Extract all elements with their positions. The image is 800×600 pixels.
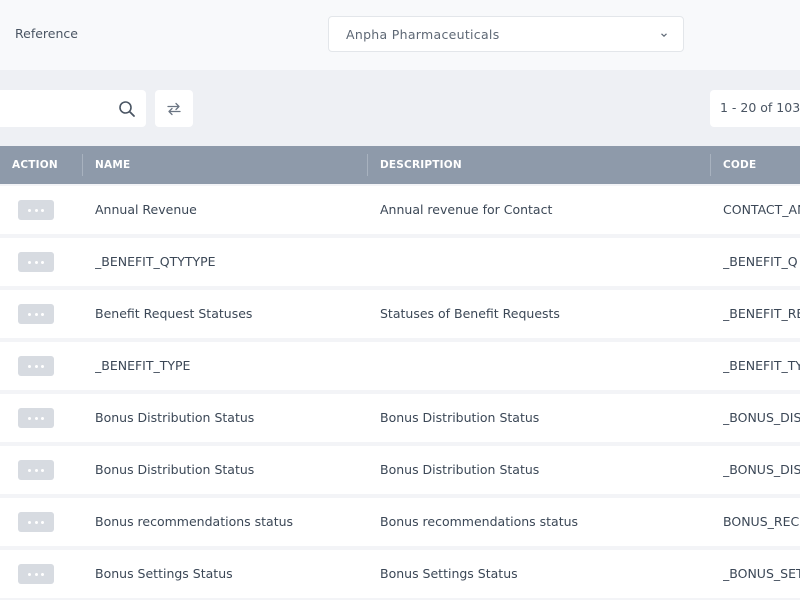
table-row[interactable]: Benefit Request Statuses Statuses of Ben…	[0, 290, 800, 338]
more-horizontal-icon	[28, 261, 31, 264]
more-horizontal-icon	[41, 469, 44, 472]
column-divider	[367, 154, 368, 176]
table-row[interactable]: Bonus Distribution Status Bonus Distribu…	[0, 446, 800, 494]
cell-code: CONTACT_AN	[723, 202, 800, 217]
more-horizontal-icon	[41, 313, 44, 316]
table-row[interactable]: Annual Revenue Annual revenue for Contac…	[0, 186, 800, 234]
row-action-button[interactable]	[18, 200, 54, 220]
row-action-button[interactable]	[18, 356, 54, 376]
table-row[interactable]: _BENEFIT_TYPE _BENEFIT_TY	[0, 342, 800, 390]
cell-description	[380, 238, 700, 286]
cell-description: Bonus Distribution Status	[380, 410, 540, 425]
column-divider	[82, 154, 83, 176]
more-horizontal-icon	[34, 417, 38, 420]
column-header-description[interactable]: DESCRIPTION	[380, 146, 462, 184]
swap-button[interactable]	[155, 90, 193, 127]
reference-label: Reference	[15, 26, 78, 41]
table-row[interactable]: Bonus Distribution Status Bonus Distribu…	[0, 394, 800, 442]
more-horizontal-icon	[28, 209, 31, 212]
more-horizontal-icon	[28, 417, 31, 420]
cell-code: _BONUS_DIS	[723, 462, 800, 477]
column-header-action[interactable]: ACTION	[12, 146, 58, 184]
cell-code: _BONUS_DIS	[723, 410, 800, 425]
search-icon[interactable]	[118, 100, 136, 118]
more-horizontal-icon	[41, 573, 44, 576]
table-header: ACTION NAME DESCRIPTION CODE	[0, 146, 800, 184]
cell-name: Bonus recommendations status	[95, 514, 294, 529]
reference-select-value: Anpha Pharmaceuticals	[346, 27, 500, 42]
more-horizontal-icon	[34, 365, 38, 368]
more-horizontal-icon	[34, 573, 38, 576]
cell-description: Bonus Settings Status	[380, 566, 518, 581]
more-horizontal-icon	[41, 261, 44, 264]
cell-code: _BENEFIT_Q	[723, 254, 798, 269]
more-horizontal-icon	[28, 365, 31, 368]
column-header-name[interactable]: NAME	[95, 146, 130, 184]
cell-description: Annual revenue for Contact	[380, 202, 553, 217]
row-action-button[interactable]	[18, 564, 54, 584]
row-action-button[interactable]	[18, 408, 54, 428]
more-horizontal-icon	[28, 573, 31, 576]
table-row[interactable]: _BENEFIT_QTYTYPE _BENEFIT_Q	[0, 238, 800, 286]
row-action-button[interactable]	[18, 304, 54, 324]
cell-code: _BENEFIT_RE	[723, 306, 800, 321]
cell-code: _BONUS_SET	[723, 566, 800, 581]
row-action-button[interactable]	[18, 512, 54, 532]
more-horizontal-icon	[34, 261, 38, 264]
more-horizontal-icon	[28, 521, 31, 524]
chevron-down-icon	[661, 33, 667, 38]
more-horizontal-icon	[34, 313, 38, 316]
more-horizontal-icon	[41, 521, 44, 524]
row-action-button[interactable]	[18, 460, 54, 480]
more-horizontal-icon	[41, 417, 44, 420]
more-horizontal-icon	[34, 469, 38, 472]
cell-name: Annual Revenue	[95, 202, 197, 217]
search-input[interactable]	[0, 90, 110, 125]
cell-code: BONUS_REC	[723, 514, 800, 529]
cell-description: Statuses of Benefit Requests	[380, 306, 560, 321]
reference-select[interactable]: Anpha Pharmaceuticals	[328, 16, 684, 52]
cell-description	[380, 342, 700, 390]
column-divider	[710, 154, 711, 176]
more-horizontal-icon	[28, 313, 31, 316]
cell-name: _BENEFIT_QTYTYPE	[95, 254, 216, 269]
more-horizontal-icon	[34, 521, 38, 524]
more-horizontal-icon	[41, 209, 44, 212]
search-box	[0, 90, 146, 127]
more-horizontal-icon	[28, 469, 31, 472]
cell-code: _BENEFIT_TY	[723, 358, 800, 373]
cell-name: _BENEFIT_TYPE	[95, 358, 191, 373]
pagination-info: 1 - 20 of 103	[710, 90, 800, 127]
column-header-code[interactable]: CODE	[723, 146, 756, 184]
cell-name: Benefit Request Statuses	[95, 306, 253, 321]
pagination-text: 1 - 20 of 103	[720, 100, 800, 115]
row-action-button[interactable]	[18, 252, 54, 272]
cell-name: Bonus Distribution Status	[95, 462, 255, 477]
cell-name: Bonus Settings Status	[95, 566, 233, 581]
reference-bar: Reference Anpha Pharmaceuticals	[0, 0, 800, 70]
swap-arrows-icon	[167, 102, 181, 116]
table-row[interactable]: Bonus Settings Status Bonus Settings Sta…	[0, 550, 800, 598]
cell-description: Bonus Distribution Status	[380, 462, 540, 477]
table-row[interactable]: Bonus recommendations status Bonus recom…	[0, 498, 800, 546]
cell-description: Bonus recommendations status	[380, 514, 579, 529]
more-horizontal-icon	[34, 209, 38, 212]
cell-name: Bonus Distribution Status	[95, 410, 255, 425]
more-horizontal-icon	[41, 365, 44, 368]
